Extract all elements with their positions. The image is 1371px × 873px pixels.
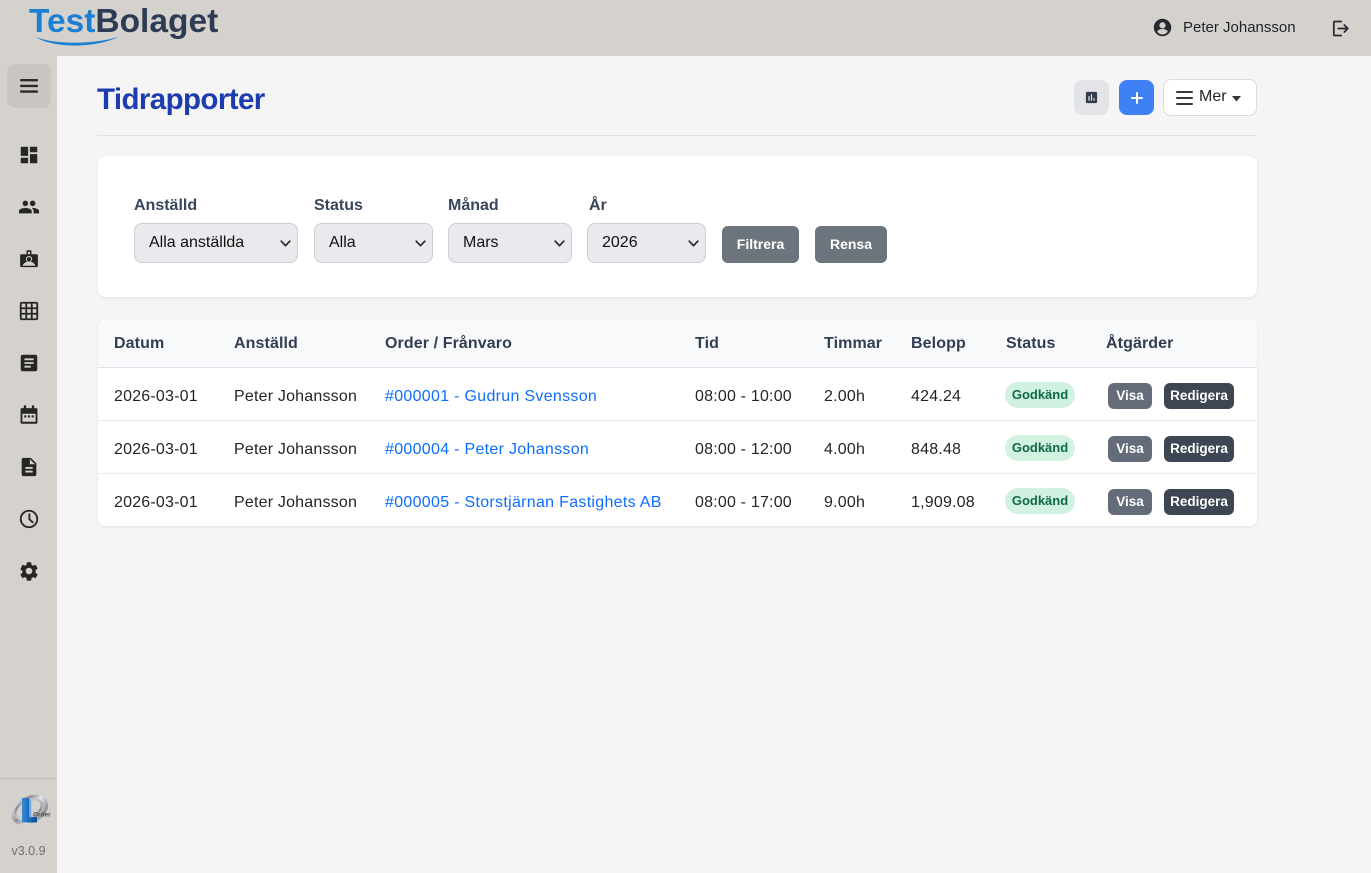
svg-text:Order: Order xyxy=(33,812,51,819)
